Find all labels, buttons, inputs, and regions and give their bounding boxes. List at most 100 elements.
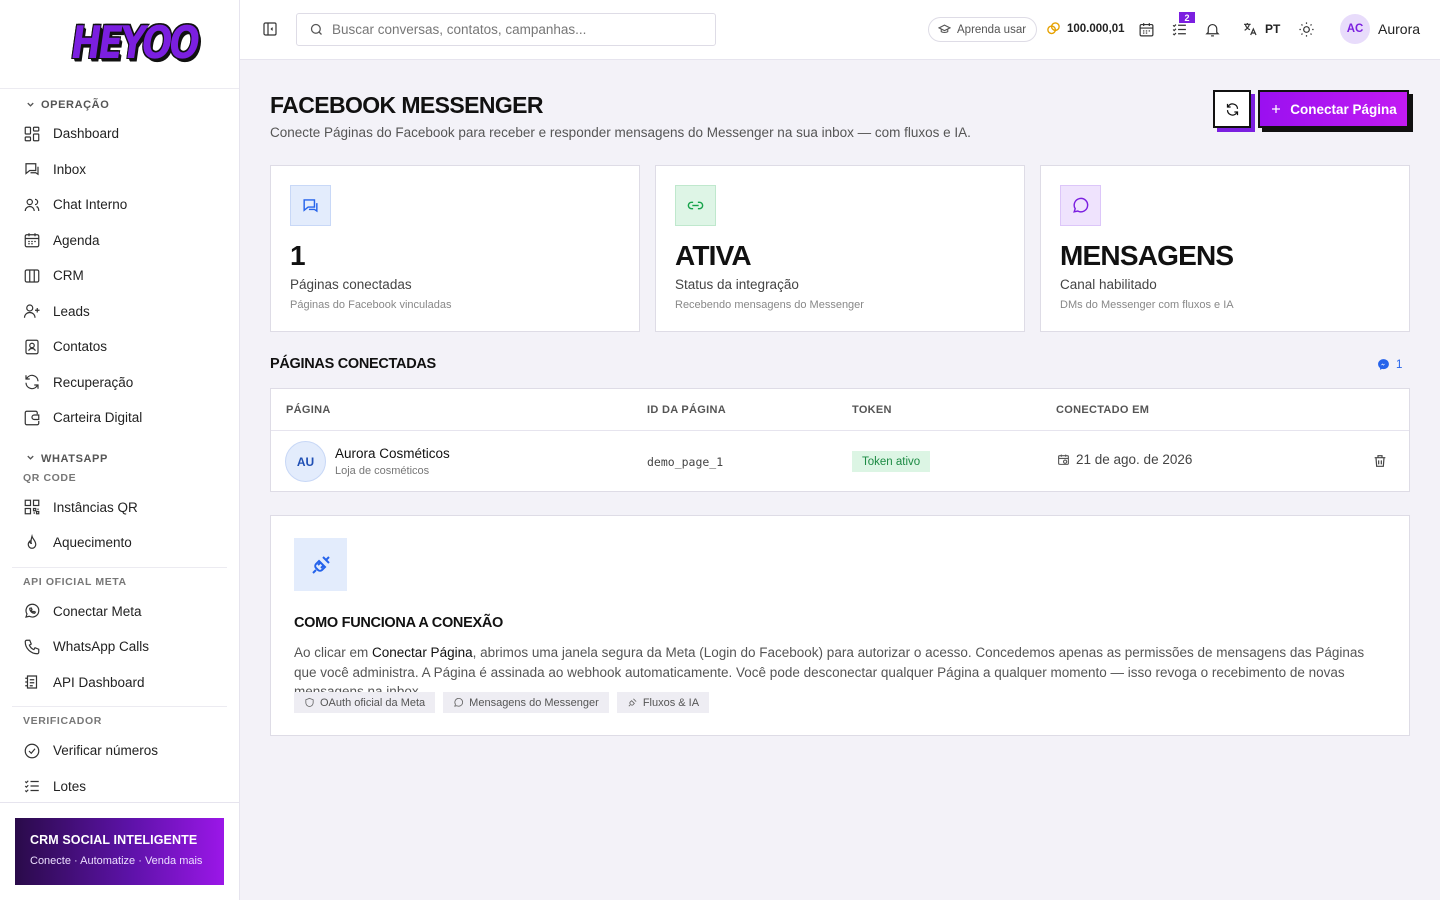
- sidebar-item-label: Aquecimento: [53, 535, 132, 551]
- calendar-clock-icon: [1058, 454, 1069, 465]
- table-row[interactable]: AU Aurora Cosméticos Loja de cosméticos …: [271, 431, 1409, 492]
- sidebar-item-chat-interno[interactable]: Chat Interno: [12, 187, 227, 223]
- sidebar-item-carteira-digital[interactable]: Carteira Digital: [12, 400, 227, 436]
- nav-section-title: OPERAÇÃO: [41, 99, 110, 111]
- sidebar-item-label: Dashboard: [53, 126, 120, 142]
- whatsapp-icon: [25, 603, 40, 619]
- nav-divider: [12, 706, 227, 707]
- how-text-prefix: Ao clicar em: [294, 645, 373, 660]
- sidebar-item-whatsapp-calls[interactable]: WhatsApp Calls: [12, 629, 227, 665]
- sidebar-item-dashboard[interactable]: Dashboard: [12, 116, 227, 152]
- tasks-icon[interactable]: [1171, 21, 1188, 38]
- sidebar-item-label: CRM: [53, 268, 84, 284]
- language-label: PT: [1265, 22, 1281, 36]
- calendar-icon: [24, 233, 40, 248]
- stat-card-status: ATIVA Status da integração Recebendo men…: [655, 165, 1025, 332]
- dashboard-icon: [24, 126, 40, 142]
- learn-label: Aprenda usar: [957, 23, 1027, 36]
- connected-date-value: 21 de ago. de 2026: [1076, 452, 1193, 467]
- token-status-badge: Token ativo: [852, 451, 931, 472]
- sidebar-item-label: Instâncias QR: [53, 499, 138, 515]
- kanban-icon: [24, 269, 40, 283]
- page-avatar: AU: [285, 441, 326, 482]
- plug-icon: [294, 538, 347, 591]
- list-check-icon: [24, 780, 39, 793]
- chip-label: OAuth oficial da Meta: [320, 696, 426, 709]
- nav-subsection-verificador: VERIFICADOR: [23, 715, 102, 727]
- column-header-page-id: ID DA PÁGINA: [647, 404, 726, 416]
- sidebar-item-label: API Dashboard: [53, 674, 145, 690]
- search-box[interactable]: [296, 13, 716, 46]
- learn-button[interactable]: Aprenda usar: [928, 17, 1038, 42]
- chip-flows-ai: Fluxos & IA: [616, 692, 710, 713]
- sidebar-item-lotes[interactable]: Lotes: [12, 769, 227, 805]
- column-header-connected-at: CONECTADO EM: [1056, 404, 1150, 416]
- api-icon: [25, 675, 38, 689]
- sidebar-item-instancias-qr[interactable]: Instâncias QR: [12, 490, 227, 526]
- chevron-down-icon: [26, 100, 35, 111]
- search-input[interactable]: [332, 22, 692, 37]
- stat-value: MENSAGENS: [1060, 240, 1234, 271]
- how-it-works-card: COMO FUNCIONA A CONEXÃO Ao clicar em Con…: [270, 515, 1410, 736]
- sidebar-item-api-dashboard[interactable]: API Dashboard: [12, 665, 227, 701]
- stat-label: Páginas conectadas: [290, 277, 412, 292]
- brand-logo[interactable]: HEYOO: [67, 18, 200, 70]
- nav-subsection-qr-code: QR CODE: [23, 471, 77, 484]
- flame-icon: [27, 533, 37, 549]
- sidebar-item-leads[interactable]: Leads: [12, 294, 227, 330]
- coins-balance[interactable]: 100.000,01: [1046, 21, 1125, 36]
- chip-messenger: Mensagens do Messenger: [443, 692, 609, 713]
- sidebar-toggle-icon[interactable]: [262, 21, 278, 37]
- search-icon: [310, 23, 322, 35]
- page-subtitle: Conecte Páginas do Facebook para receber…: [270, 125, 971, 140]
- nav-divider: [12, 566, 227, 568]
- sun-icon[interactable]: [1298, 21, 1315, 38]
- connected-pages-table: PÁGINA ID DA PÁGINA TOKEN CONECTADO EM A…: [270, 388, 1410, 492]
- plug-icon: [628, 698, 637, 707]
- user-name: Aurora: [1378, 21, 1421, 37]
- user-plus-icon: [23, 304, 40, 319]
- sidebar-item-crm[interactable]: CRM: [12, 258, 227, 294]
- connected-date: 21 de ago. de 2026: [1057, 452, 1192, 467]
- avatar: AC: [1340, 14, 1370, 44]
- refresh-button[interactable]: [1213, 90, 1251, 128]
- sidebar-item-verificar-numeros[interactable]: Verificar números: [12, 733, 227, 769]
- stat-description: Recebendo mensagens do Messenger: [675, 299, 864, 311]
- stat-card-channel: MENSAGENS Canal habilitado DMs do Messen…: [1040, 165, 1410, 332]
- promo-banner[interactable]: CRM SOCIAL INTELIGENTE Conecte · Automat…: [15, 818, 224, 885]
- how-text-strong: Conectar Página: [372, 645, 473, 660]
- nav-section-whatsapp[interactable]: WHATSAPP: [12, 452, 227, 466]
- nav-subsection-api-oficial-meta: API OFICIAL META: [23, 575, 127, 588]
- topbar: Aprenda usar 100.000,01 2 PT AC Aurora: [240, 0, 1440, 60]
- sidebar-item-label: Conectar Meta: [53, 603, 142, 619]
- phone-icon: [24, 639, 40, 655]
- page-category: Loja de cosméticos: [335, 465, 430, 477]
- delete-page-button[interactable]: [1372, 453, 1388, 469]
- stat-value: ATIVA: [675, 240, 752, 271]
- language-selector[interactable]: PT: [1242, 21, 1280, 37]
- sidebar-item-label: Verificar números: [53, 743, 159, 759]
- sidebar-item-conectar-meta[interactable]: Conectar Meta: [12, 594, 227, 630]
- connect-page-button[interactable]: Conectar Página: [1258, 90, 1409, 128]
- calendar-icon[interactable]: [1138, 21, 1155, 38]
- sidebar-item-label: Carteira Digital: [53, 410, 143, 426]
- sidebar-item-label: Agenda: [53, 232, 100, 248]
- sidebar-item-recuperacao[interactable]: Recuperação: [12, 365, 227, 401]
- column-header-token: TOKEN: [852, 404, 892, 416]
- bell-icon[interactable]: [1204, 21, 1221, 38]
- feature-chips: OAuth oficial da Meta Mensagens do Messe…: [294, 692, 710, 713]
- sidebar-item-inbox[interactable]: Inbox: [12, 152, 227, 188]
- messenger-icon: [1378, 359, 1389, 370]
- sidebar-item-label: Contatos: [53, 339, 108, 355]
- user-menu[interactable]: AC Aurora: [1340, 14, 1420, 44]
- how-title: COMO FUNCIONA A CONEXÃO: [294, 615, 503, 631]
- chip-oauth: OAuth oficial da Meta: [294, 692, 436, 713]
- nav-section-operacao[interactable]: OPERAÇÃO: [12, 98, 227, 112]
- translate-icon: [1244, 23, 1257, 36]
- brand-logo-text: HEYOO: [66, 17, 200, 69]
- sidebar-item-label: WhatsApp Calls: [53, 639, 150, 655]
- stat-label: Status da integração: [675, 277, 799, 292]
- sidebar-item-aquecimento[interactable]: Aquecimento: [12, 525, 227, 561]
- sidebar-item-agenda[interactable]: Agenda: [12, 223, 227, 259]
- sidebar-item-contatos[interactable]: Contatos: [12, 329, 227, 365]
